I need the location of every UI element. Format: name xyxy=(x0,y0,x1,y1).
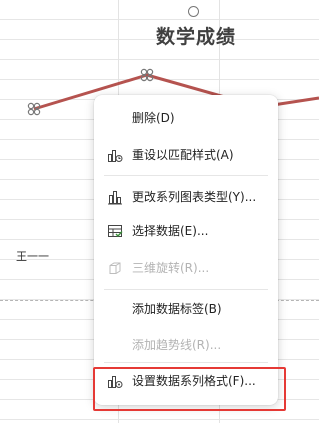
menu-item-label: 删除(D) xyxy=(132,111,175,125)
chart-type-icon xyxy=(107,189,123,205)
menu-separator xyxy=(104,362,268,363)
menu-item-label: 三维旋转(R)... xyxy=(132,261,210,275)
select-data-icon xyxy=(107,223,123,239)
menu-item-add-trendline: 添加趋势线(R)... xyxy=(94,332,278,358)
menu-item-label: 选择数据(E)... xyxy=(132,224,209,238)
menu-item-label: 重设以匹配样式(A) xyxy=(132,148,234,162)
legend-label: 王一一 xyxy=(16,250,49,263)
3d-rotate-icon xyxy=(107,260,123,276)
menu-item-select-data[interactable]: 选择数据(E)... xyxy=(94,218,278,244)
highlight-annotation-box xyxy=(93,367,286,411)
menu-item-add-data-labels[interactable]: 添加数据标签(B) xyxy=(94,296,278,322)
menu-item-reset-style[interactable]: 重设以匹配样式(A) xyxy=(94,142,278,168)
menu-item-label: 添加趋势线(R)... xyxy=(132,338,222,352)
menu-item-delete[interactable]: 删除(D) xyxy=(94,105,278,131)
menu-separator xyxy=(104,175,268,176)
menu-separator xyxy=(104,289,268,290)
menu-item-3d-rotate: 三维旋转(R)... xyxy=(94,255,278,281)
reset-style-icon xyxy=(107,147,123,163)
menu-item-label: 更改系列图表类型(Y)... xyxy=(132,190,257,204)
menu-item-change-chart-type[interactable]: 更改系列图表类型(Y)... xyxy=(94,184,278,210)
menu-item-label: 添加数据标签(B) xyxy=(132,302,222,316)
context-menu: 删除(D) 重设以匹配样式(A) 更改系列图表类型(Y)... 选择数据(E).… xyxy=(94,95,278,405)
